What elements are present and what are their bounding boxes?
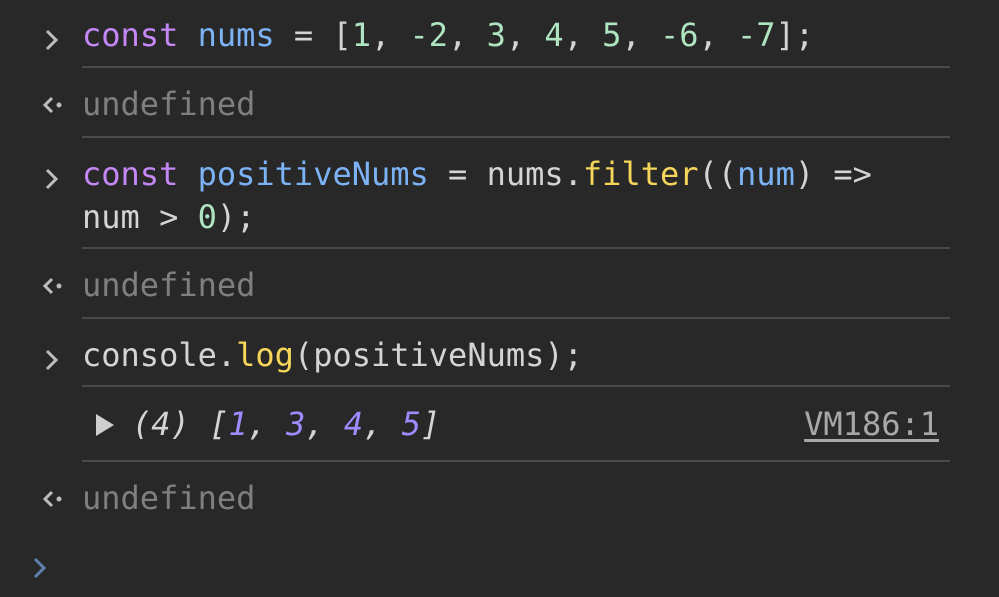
code-token: -7 xyxy=(737,16,776,54)
console-log-entry: (4) [1, 3, 4, 5] VM186:1 xyxy=(0,403,999,449)
return-arrow-icon xyxy=(42,96,62,114)
code-token: num > xyxy=(82,198,198,236)
code-token: console. xyxy=(82,336,237,374)
code-token: , xyxy=(698,16,738,54)
array-value: 1 xyxy=(228,405,248,443)
code-token: num xyxy=(737,155,795,193)
divider xyxy=(82,136,950,138)
console-input-entry[interactable]: const nums = [1, -2, 3, 4, 5, -6, -7]; xyxy=(0,14,999,60)
array-preview[interactable]: (4) [1, 3, 4, 5] xyxy=(132,403,440,446)
divider xyxy=(82,247,950,249)
code-token: ]; xyxy=(775,16,815,54)
array-close: ] xyxy=(420,405,441,443)
chevron-right-icon xyxy=(33,557,47,579)
divider xyxy=(82,66,950,68)
code-token: , xyxy=(448,16,487,54)
code-token: , xyxy=(370,16,410,54)
console-input-entry[interactable]: const positiveNums = nums.filter((num) =… xyxy=(0,153,999,239)
console-result-entry: undefined xyxy=(0,264,999,310)
code-line: const positiveNums = nums.filter((num) =… xyxy=(82,153,872,196)
array-count: (4) [ xyxy=(132,405,229,443)
chevron-right-icon xyxy=(45,29,59,51)
console-prompt-input[interactable] xyxy=(0,548,999,592)
console-input-entry[interactable]: console.log(positiveNums); xyxy=(0,334,999,380)
code-token: log xyxy=(236,336,294,374)
code-token: positiveNums xyxy=(197,155,429,193)
code-token: , xyxy=(505,16,545,54)
code-token: 1 xyxy=(351,16,371,54)
code-token: 4 xyxy=(544,16,564,54)
code-line: const nums = [1, -2, 3, 4, 5, -6, -7]; xyxy=(82,14,814,57)
array-value: 5 xyxy=(401,405,421,443)
code-token: , xyxy=(563,16,603,54)
result-value: undefined xyxy=(82,479,256,517)
code-token: , xyxy=(621,16,660,54)
result-value: undefined xyxy=(82,85,256,123)
code-token: (positiveNums); xyxy=(293,336,583,374)
return-arrow-icon xyxy=(42,277,62,295)
code-token: -2 xyxy=(409,16,449,54)
code-token: (( xyxy=(698,155,738,193)
code-token: 5 xyxy=(602,16,622,54)
devtools-console: const nums = [1, -2, 3, 4, 5, -6, -7]; u… xyxy=(0,0,999,597)
code-token: ) => xyxy=(794,155,872,193)
code-token: const xyxy=(82,155,179,193)
code-token: filter xyxy=(582,155,699,193)
console-result-entry: undefined xyxy=(0,83,999,129)
divider xyxy=(82,460,950,462)
code-token: ); xyxy=(216,198,256,236)
source-link[interactable]: VM186:1 xyxy=(804,403,939,446)
console-result-entry: undefined xyxy=(0,477,999,523)
code-line: num > 0); xyxy=(82,196,255,239)
code-token: -6 xyxy=(659,16,699,54)
code-token: = [ xyxy=(274,16,352,54)
array-value: 4 xyxy=(343,405,364,443)
code-line: console.log(positiveNums); xyxy=(82,334,583,377)
code-token: nums xyxy=(197,16,275,54)
return-arrow-icon xyxy=(42,490,62,508)
divider xyxy=(82,385,950,387)
array-value: 3 xyxy=(286,405,306,443)
code-token: 3 xyxy=(486,16,506,54)
divider xyxy=(82,317,950,319)
chevron-right-icon xyxy=(45,349,59,371)
code-token: = nums. xyxy=(428,155,583,193)
chevron-right-icon xyxy=(45,168,59,190)
code-token: const xyxy=(82,16,179,54)
expand-triangle-icon[interactable] xyxy=(96,414,114,436)
result-value: undefined xyxy=(82,266,256,304)
code-token: 0 xyxy=(197,198,217,236)
